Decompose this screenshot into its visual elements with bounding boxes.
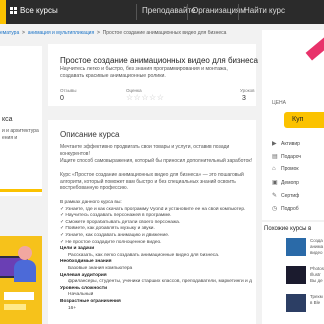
sidebar-option-label: Активир bbox=[281, 141, 300, 147]
description-list: В рамках данного курса вы: ✓ Узнаете, где… bbox=[60, 200, 252, 312]
sidebar-option-label: Подроб bbox=[281, 206, 299, 212]
similar-course-line: в Ble bbox=[310, 300, 321, 305]
certificate-icon: ✎ bbox=[272, 193, 278, 199]
breadcrumb-separator: > bbox=[22, 30, 25, 36]
similar-course-line: Вы де bbox=[310, 278, 323, 283]
description-paragraph: Ищите способ самовыражения, который бы п… bbox=[60, 158, 252, 164]
similar-course-title[interactable]: Трехм в Ble bbox=[310, 294, 323, 306]
accent-bar bbox=[0, 189, 42, 192]
sidebar-option[interactable]: ▣ Демопр bbox=[272, 179, 299, 186]
search-input[interactable]: Найти курс bbox=[244, 6, 285, 15]
left-card-line: ения и bbox=[2, 135, 18, 141]
sidebar-option[interactable]: ◷ Подроб bbox=[272, 205, 299, 212]
rating-stars: ☆☆☆☆☆ bbox=[126, 93, 165, 102]
description-title: Описание курса bbox=[60, 130, 120, 139]
reviews-label: Отзывы bbox=[60, 88, 77, 93]
list-item: Начальный bbox=[68, 292, 94, 298]
divider bbox=[238, 4, 239, 20]
similar-title: Похожие курсы в bbox=[264, 226, 312, 232]
person-head-illustration bbox=[18, 246, 32, 260]
lessons-count: 3 bbox=[242, 95, 246, 102]
list-item: 16+ bbox=[68, 305, 77, 311]
breadcrumb-separator: > bbox=[96, 30, 100, 36]
list-item: ✓ Поймете, как добавлять музыку и звуки. bbox=[60, 226, 155, 232]
sidebar-option[interactable]: ⌂ Промок bbox=[272, 166, 299, 172]
lessons-label: Уроков bbox=[240, 88, 255, 93]
left-course-card[interactable]: кса и и архитектура ения и bbox=[0, 46, 42, 196]
list-item: ✓ Сможете прорабатывать детали своего пе… bbox=[60, 219, 181, 225]
course-title: Простое создание анимационных видео для … bbox=[60, 56, 258, 65]
all-courses-button[interactable]: Все курсы bbox=[10, 6, 58, 15]
promo-icon: ⌂ bbox=[272, 166, 276, 172]
description-heading: Возрастные ограничения bbox=[60, 298, 121, 304]
left-card-title: кса bbox=[2, 116, 13, 123]
similar-course-title[interactable]: Созда анима видео bbox=[310, 238, 323, 256]
description-heading: Целевая аудитория bbox=[60, 272, 107, 278]
similar-course-thumbnail[interactable] bbox=[286, 238, 306, 256]
grid-icon bbox=[10, 7, 17, 14]
sidebar-option-label: Демопр bbox=[281, 180, 299, 186]
activate-icon: ▶ bbox=[272, 141, 277, 147]
course-subtitle: Научитесь легко и быстро, без знания про… bbox=[60, 66, 228, 79]
reviews-count[interactable]: 0 bbox=[60, 95, 64, 102]
description-heading: Уровень сложности bbox=[60, 285, 108, 291]
promo-chip bbox=[4, 304, 26, 310]
sidebar-option[interactable]: ✎ Сертиф bbox=[272, 192, 299, 199]
divider bbox=[187, 4, 188, 20]
list-item: Рассказать, как легко создавать анимацио… bbox=[68, 252, 220, 258]
buy-button[interactable]: Куп bbox=[284, 112, 324, 128]
list-item: В рамках данного курса вы: bbox=[60, 200, 122, 205]
breadcrumb-item[interactable]: ематура bbox=[0, 30, 19, 36]
left-card-line: и и архитектура bbox=[2, 128, 39, 134]
list-item: ✓ Узнаете, как создавать анимацию и движ… bbox=[60, 232, 170, 238]
divider bbox=[136, 4, 137, 20]
description-heading: Цели и задачи bbox=[60, 246, 95, 252]
list-item: ✓ Не простое создадите полноценное видео… bbox=[60, 239, 162, 245]
breadcrumb-item[interactable]: анимация и мультипликация bbox=[28, 30, 94, 36]
promo-banner[interactable] bbox=[0, 236, 42, 324]
similar-course-thumbnail[interactable] bbox=[286, 266, 306, 284]
purchase-panel: ЦЕНА Куп ▶ Активир ▤ Подароч ⌂ Промок ▣ Демопр ✎… bbox=[262, 30, 324, 220]
sidebar-option-label: Промок bbox=[281, 166, 299, 172]
description-paragraph: Курс «Простое создание анимационных виде… bbox=[60, 172, 244, 191]
list-item: Базовые знания компьютера bbox=[68, 265, 133, 271]
list-item: ✓ Научитесь создавать персонажей в прогр… bbox=[60, 213, 172, 219]
details-icon: ◷ bbox=[272, 206, 278, 212]
sale-ribbon bbox=[305, 37, 324, 61]
logo[interactable] bbox=[0, 0, 6, 24]
course-description: Описание курса Мечтаете эффективно продв… bbox=[48, 120, 256, 324]
sidebar-option-label: Подароч bbox=[281, 154, 302, 160]
similar-course-thumbnail[interactable] bbox=[286, 294, 306, 312]
breadcrumb: ематура > анимация и мультипликация > Пр… bbox=[0, 30, 260, 36]
list-item: ✓ Узнаете, где и как скачать программу V… bbox=[60, 206, 246, 212]
top-bar: Все курсы Преподавайте Организациям Найт… bbox=[0, 0, 324, 24]
description-heading: Необходимые знания bbox=[60, 259, 112, 265]
list-item: фрилансеры, студенты, ученики старших кл… bbox=[68, 279, 252, 285]
sidebar-option[interactable]: ▶ Активир bbox=[272, 140, 300, 147]
price-label: ЦЕНА bbox=[272, 100, 286, 106]
sidebar-option-label: Сертиф bbox=[281, 193, 300, 199]
similar-course-line: видео bbox=[310, 250, 323, 255]
similar-courses: Похожие курсы в Созда анима видео Photos Ill… bbox=[262, 222, 324, 324]
breadcrumb-current: Простое создание анимационных видео для … bbox=[102, 30, 227, 36]
person-illustration bbox=[14, 260, 36, 282]
gift-icon: ▤ bbox=[272, 154, 278, 160]
course-header: Простое создание анимационных видео для … bbox=[48, 44, 258, 106]
demo-icon: ▣ bbox=[272, 180, 278, 186]
promo-chip bbox=[4, 292, 34, 300]
left-card-text: и и архитектура ения и bbox=[2, 128, 39, 142]
description-paragraph: Мечтаете эффективно продвигать свои това… bbox=[60, 144, 230, 157]
similar-course-title[interactable]: Photos Illustr Вы де bbox=[310, 266, 324, 284]
all-courses-label: Все курсы bbox=[20, 6, 58, 15]
sidebar-option[interactable]: ▤ Подароч bbox=[272, 153, 301, 160]
